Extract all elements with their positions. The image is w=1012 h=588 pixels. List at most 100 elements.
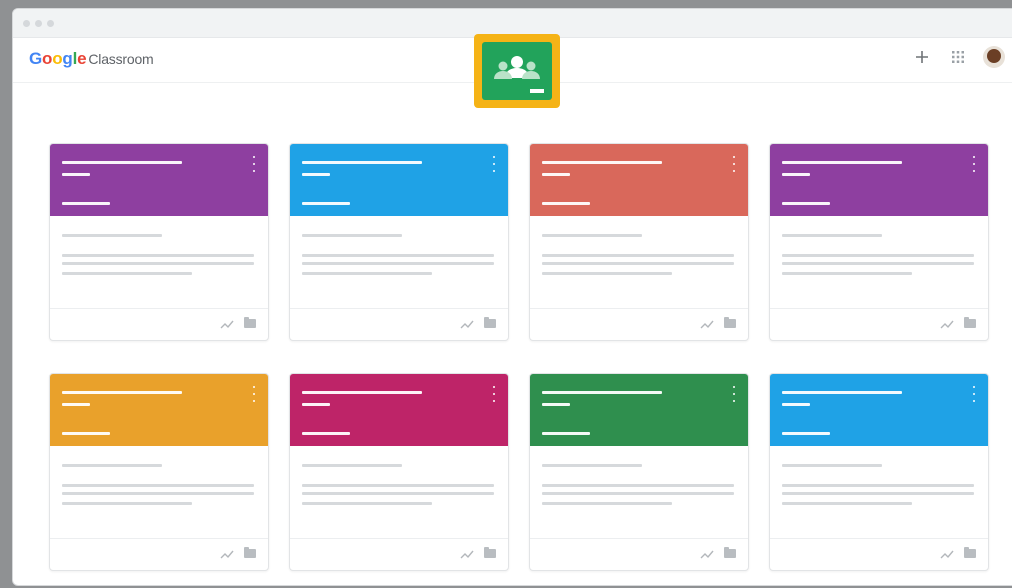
class-card-header[interactable] (290, 374, 508, 446)
kebab-dot (493, 393, 495, 395)
placeholder-line (782, 391, 902, 394)
wordmark-letter: o (42, 49, 53, 68)
class-card-footer (530, 309, 748, 340)
kebab-dot (493, 386, 495, 388)
window-minimize-button[interactable] (35, 20, 42, 27)
folder-icon[interactable] (484, 317, 496, 328)
account-avatar[interactable] (983, 46, 1005, 68)
class-card-body (530, 216, 748, 309)
kebab-dot (493, 400, 495, 402)
folder-icon[interactable] (724, 547, 736, 558)
window-close-button[interactable] (23, 20, 30, 27)
class-card[interactable] (49, 143, 269, 341)
placeholder-line (782, 432, 830, 435)
folder-icon[interactable] (244, 317, 256, 328)
kebab-dot (733, 393, 735, 395)
class-card-footer (530, 539, 748, 570)
product-name: Classroom (88, 51, 154, 67)
more-vert-icon[interactable] (492, 386, 496, 402)
more-vert-icon[interactable] (972, 386, 976, 402)
class-card-header[interactable] (530, 374, 748, 446)
placeholder-line (62, 234, 162, 237)
kebab-dot (973, 163, 975, 165)
placeholder-line (302, 502, 432, 505)
kebab-dot (253, 400, 255, 402)
more-vert-icon[interactable] (732, 386, 736, 402)
placeholder-line (782, 173, 810, 176)
wordmark-letter: G (29, 49, 43, 68)
trending-icon[interactable] (940, 548, 954, 560)
folder-icon[interactable] (964, 317, 976, 328)
class-card-footer (50, 309, 268, 340)
class-card-body (770, 446, 988, 539)
class-card[interactable] (769, 143, 989, 341)
placeholder-line (782, 202, 830, 205)
plus-icon[interactable] (911, 46, 933, 68)
folder-icon[interactable] (964, 547, 976, 558)
class-card[interactable] (529, 373, 749, 571)
class-card[interactable] (49, 373, 269, 571)
classroom-app-icon (474, 34, 560, 108)
class-card[interactable] (289, 373, 509, 571)
placeholder-line (62, 202, 110, 205)
folder-icon[interactable] (484, 547, 496, 558)
class-card[interactable] (529, 143, 749, 341)
more-vert-icon[interactable] (252, 386, 256, 402)
apps-grid-icon[interactable] (947, 46, 969, 68)
placeholder-line (302, 403, 330, 406)
class-card-body (290, 216, 508, 309)
class-card-header[interactable] (530, 144, 748, 216)
trending-icon[interactable] (940, 318, 954, 330)
placeholder-line (542, 254, 734, 257)
placeholder-line (542, 262, 734, 265)
window-maximize-button[interactable] (47, 20, 54, 27)
class-card-header[interactable] (50, 374, 268, 446)
more-vert-icon[interactable] (732, 156, 736, 172)
class-card-footer (290, 539, 508, 570)
class-card-header[interactable] (770, 374, 988, 446)
placeholder-line (62, 161, 182, 164)
header-actions (911, 46, 1005, 68)
placeholder-line (782, 403, 810, 406)
google-classroom-logo[interactable]: Google Classroom (29, 49, 154, 69)
placeholder-line (302, 262, 494, 265)
class-card-header[interactable] (290, 144, 508, 216)
class-card-body (290, 446, 508, 539)
placeholder-line (62, 464, 162, 467)
folder-icon[interactable] (244, 547, 256, 558)
placeholder-line (62, 272, 192, 275)
placeholder-line (302, 272, 432, 275)
placeholder-line (542, 492, 734, 495)
trending-icon[interactable] (700, 548, 714, 560)
kebab-dot (973, 170, 975, 172)
placeholder-line (542, 161, 662, 164)
placeholder-line (302, 492, 494, 495)
placeholder-line (542, 202, 590, 205)
kebab-dot (733, 386, 735, 388)
kebab-dot (973, 393, 975, 395)
class-card-header[interactable] (50, 144, 268, 216)
placeholder-line (62, 254, 254, 257)
avatar-face (987, 49, 1001, 63)
kebab-dot (973, 386, 975, 388)
placeholder-line (782, 234, 882, 237)
more-vert-icon[interactable] (492, 156, 496, 172)
class-card-header[interactable] (770, 144, 988, 216)
kebab-dot (253, 163, 255, 165)
trending-icon[interactable] (220, 318, 234, 330)
placeholder-line (302, 254, 494, 257)
kebab-dot (973, 156, 975, 158)
trending-icon[interactable] (220, 548, 234, 560)
trending-icon[interactable] (460, 318, 474, 330)
more-vert-icon[interactable] (252, 156, 256, 172)
wordmark-letter: o (52, 49, 63, 68)
placeholder-line (302, 464, 402, 467)
trending-icon[interactable] (700, 318, 714, 330)
class-card[interactable] (769, 373, 989, 571)
placeholder-line (782, 254, 974, 257)
more-vert-icon[interactable] (972, 156, 976, 172)
class-card[interactable] (289, 143, 509, 341)
trending-icon[interactable] (460, 548, 474, 560)
placeholder-line (62, 403, 90, 406)
folder-icon[interactable] (724, 317, 736, 328)
